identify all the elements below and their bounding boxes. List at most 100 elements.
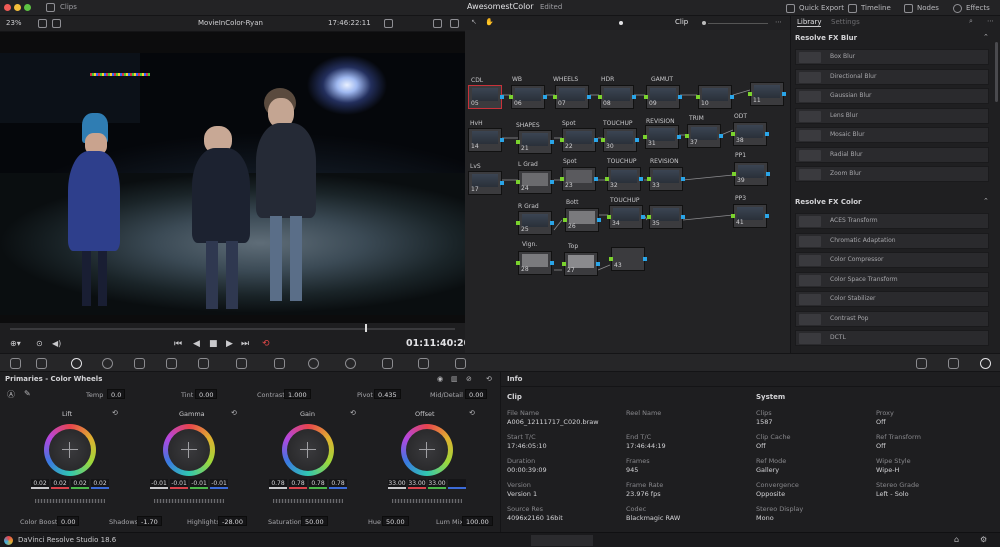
scrubber-track[interactable] xyxy=(10,328,455,330)
page-fairlight[interactable] xyxy=(610,535,640,546)
node-26[interactable]: 26 xyxy=(563,208,601,232)
section-fx-blur[interactable]: Resolve FX Blur xyxy=(795,34,857,42)
tint-field[interactable]: 0.00 xyxy=(195,389,218,399)
camera-raw-icon[interactable] xyxy=(10,358,21,369)
tab-library[interactable]: Library xyxy=(797,18,822,27)
node-41[interactable]: 41 xyxy=(731,204,769,228)
motion-effects-icon[interactable] xyxy=(166,358,177,369)
lift-master-wheel[interactable] xyxy=(35,499,105,503)
bars-mode-icon[interactable]: ▥ xyxy=(451,375,458,383)
lib-item-radial-blur[interactable]: Radial Blur xyxy=(795,146,989,163)
wheel-mode-icon[interactable]: ◉ xyxy=(437,375,443,383)
node-39[interactable]: 39 xyxy=(732,162,770,186)
node-11[interactable]: 11 xyxy=(748,82,786,106)
offset-g-field[interactable]: 33.00 xyxy=(428,479,446,489)
lift-b-field[interactable]: 0.02 xyxy=(91,479,109,489)
pivot-field[interactable]: 0.435 xyxy=(374,389,401,399)
page-deliver[interactable] xyxy=(672,535,702,546)
hdr-wheels-icon[interactable] xyxy=(102,358,113,369)
lib-item-color-stabilizer[interactable]: Color Stabilizer xyxy=(795,291,989,307)
info-icon[interactable] xyxy=(980,358,991,369)
lib-item-aces-transform[interactable]: ACES Transform xyxy=(795,213,989,229)
gamma-master-wheel[interactable] xyxy=(154,499,224,503)
gamma-wheel[interactable] xyxy=(163,424,215,476)
gain-y-field[interactable]: 0.78 xyxy=(269,479,287,489)
lift-g-field[interactable]: 0.02 xyxy=(71,479,89,489)
sizing-icon[interactable] xyxy=(916,358,927,369)
node-zoom-slider[interactable] xyxy=(708,23,768,24)
offset-b-field[interactable] xyxy=(448,479,466,489)
scopes-icon[interactable] xyxy=(948,358,959,369)
contrast-field[interactable]: 1.000 xyxy=(284,389,311,399)
search-icon[interactable]: ⌕ xyxy=(969,17,973,26)
color-warper-icon[interactable] xyxy=(236,358,247,369)
key-icon[interactable] xyxy=(455,358,466,369)
node-23[interactable]: 23 xyxy=(560,167,598,191)
loop-icon[interactable]: ⟲ xyxy=(262,339,270,349)
viewer-image[interactable] xyxy=(0,53,465,315)
tab-settings[interactable]: Settings xyxy=(831,18,860,26)
hue-field[interactable]: 50.00 xyxy=(382,516,409,526)
close-window-button[interactable] xyxy=(4,4,11,11)
fullscreen-icon[interactable] xyxy=(433,19,442,28)
shadows-field[interactable]: -1.70 xyxy=(137,516,162,526)
node-21[interactable]: 21 xyxy=(516,130,554,154)
node-17[interactable]: 17 xyxy=(468,171,504,195)
lib-item-color-compressor[interactable]: Color Compressor xyxy=(795,252,989,268)
minimize-window-button[interactable] xyxy=(14,4,21,11)
effects-button[interactable]: Effects xyxy=(953,2,990,14)
lift-reset-icon[interactable]: ⟲ xyxy=(112,409,118,417)
clip-name[interactable]: MovieInColor-Ryan xyxy=(198,19,263,27)
hand-tool-icon[interactable]: ✋ xyxy=(485,18,494,26)
nodes-button[interactable]: Nodes xyxy=(904,2,939,14)
gamma-y-field[interactable]: -0.01 xyxy=(150,479,168,489)
color-wheels-icon[interactable] xyxy=(71,358,82,369)
lib-item-contrast-pop[interactable]: Contrast Pop xyxy=(795,310,989,327)
offset-r-field[interactable]: 33.00 xyxy=(408,479,426,489)
lib-item-box-blur[interactable]: Box Blur xyxy=(795,49,989,65)
node-zoom-handle[interactable] xyxy=(702,21,706,25)
node-30[interactable]: 30 xyxy=(601,128,639,152)
timeline-mode-icon[interactable]: ⊙ xyxy=(36,339,43,348)
saturation-field[interactable]: 50.00 xyxy=(301,516,328,526)
collapse-blur-icon[interactable]: ⌃ xyxy=(983,33,989,41)
node-27[interactable]: 27 xyxy=(562,252,600,276)
blur-icon[interactable] xyxy=(418,358,429,369)
section-fx-color[interactable]: Resolve FX Color xyxy=(795,198,861,206)
breadcrumb[interactable]: Clips xyxy=(60,3,77,11)
viewer-options-icon[interactable] xyxy=(384,19,393,28)
lift-r-field[interactable]: 0.02 xyxy=(51,479,69,489)
play-icon[interactable]: ▶ xyxy=(226,339,233,349)
gain-b-field[interactable]: 0.78 xyxy=(329,479,347,489)
page-fusion[interactable] xyxy=(484,535,514,546)
playhead[interactable] xyxy=(365,324,367,332)
color-boost-field[interactable]: 0.00 xyxy=(57,516,80,526)
node-34[interactable]: 34 xyxy=(607,205,645,229)
magic-mask-icon[interactable] xyxy=(382,358,393,369)
lib-item-lens-blur[interactable]: Lens Blur xyxy=(795,107,989,124)
lib-item-mosaic-blur[interactable]: Mosaic Blur xyxy=(795,127,989,143)
library-options-icon[interactable]: ⋯ xyxy=(987,17,994,25)
step-back-icon[interactable]: ◀ xyxy=(193,339,200,349)
gain-g-field[interactable]: 0.78 xyxy=(309,479,327,489)
node-10[interactable]: 10 xyxy=(696,85,734,109)
offset-reset-icon[interactable]: ⟲ xyxy=(469,409,475,417)
mid-detail-field[interactable]: 0.00 xyxy=(465,389,488,399)
lib-item-directional-blur[interactable]: Directional Blur xyxy=(795,68,989,85)
split-view-icon[interactable] xyxy=(52,19,61,28)
curves-icon[interactable] xyxy=(198,358,209,369)
temp-field[interactable]: 0.0 xyxy=(107,389,126,399)
gamma-reset-icon[interactable]: ⟲ xyxy=(231,409,237,417)
qualifier-icon[interactable] xyxy=(274,358,285,369)
gain-master-wheel[interactable] xyxy=(273,499,343,503)
quick-export-button[interactable]: Quick Export xyxy=(786,2,844,14)
node-32[interactable]: 32 xyxy=(605,167,643,191)
lift-wheel[interactable] xyxy=(44,424,96,476)
node-31[interactable]: 31 xyxy=(643,125,681,149)
more-options-icon[interactable] xyxy=(450,19,459,28)
skip-to-end-icon[interactable]: ⏭ xyxy=(241,339,249,349)
node-07[interactable]: 07 xyxy=(553,85,591,109)
node-43[interactable]: 43 xyxy=(609,247,647,271)
window-icon[interactable] xyxy=(308,358,319,369)
page-color[interactable] xyxy=(531,535,593,546)
